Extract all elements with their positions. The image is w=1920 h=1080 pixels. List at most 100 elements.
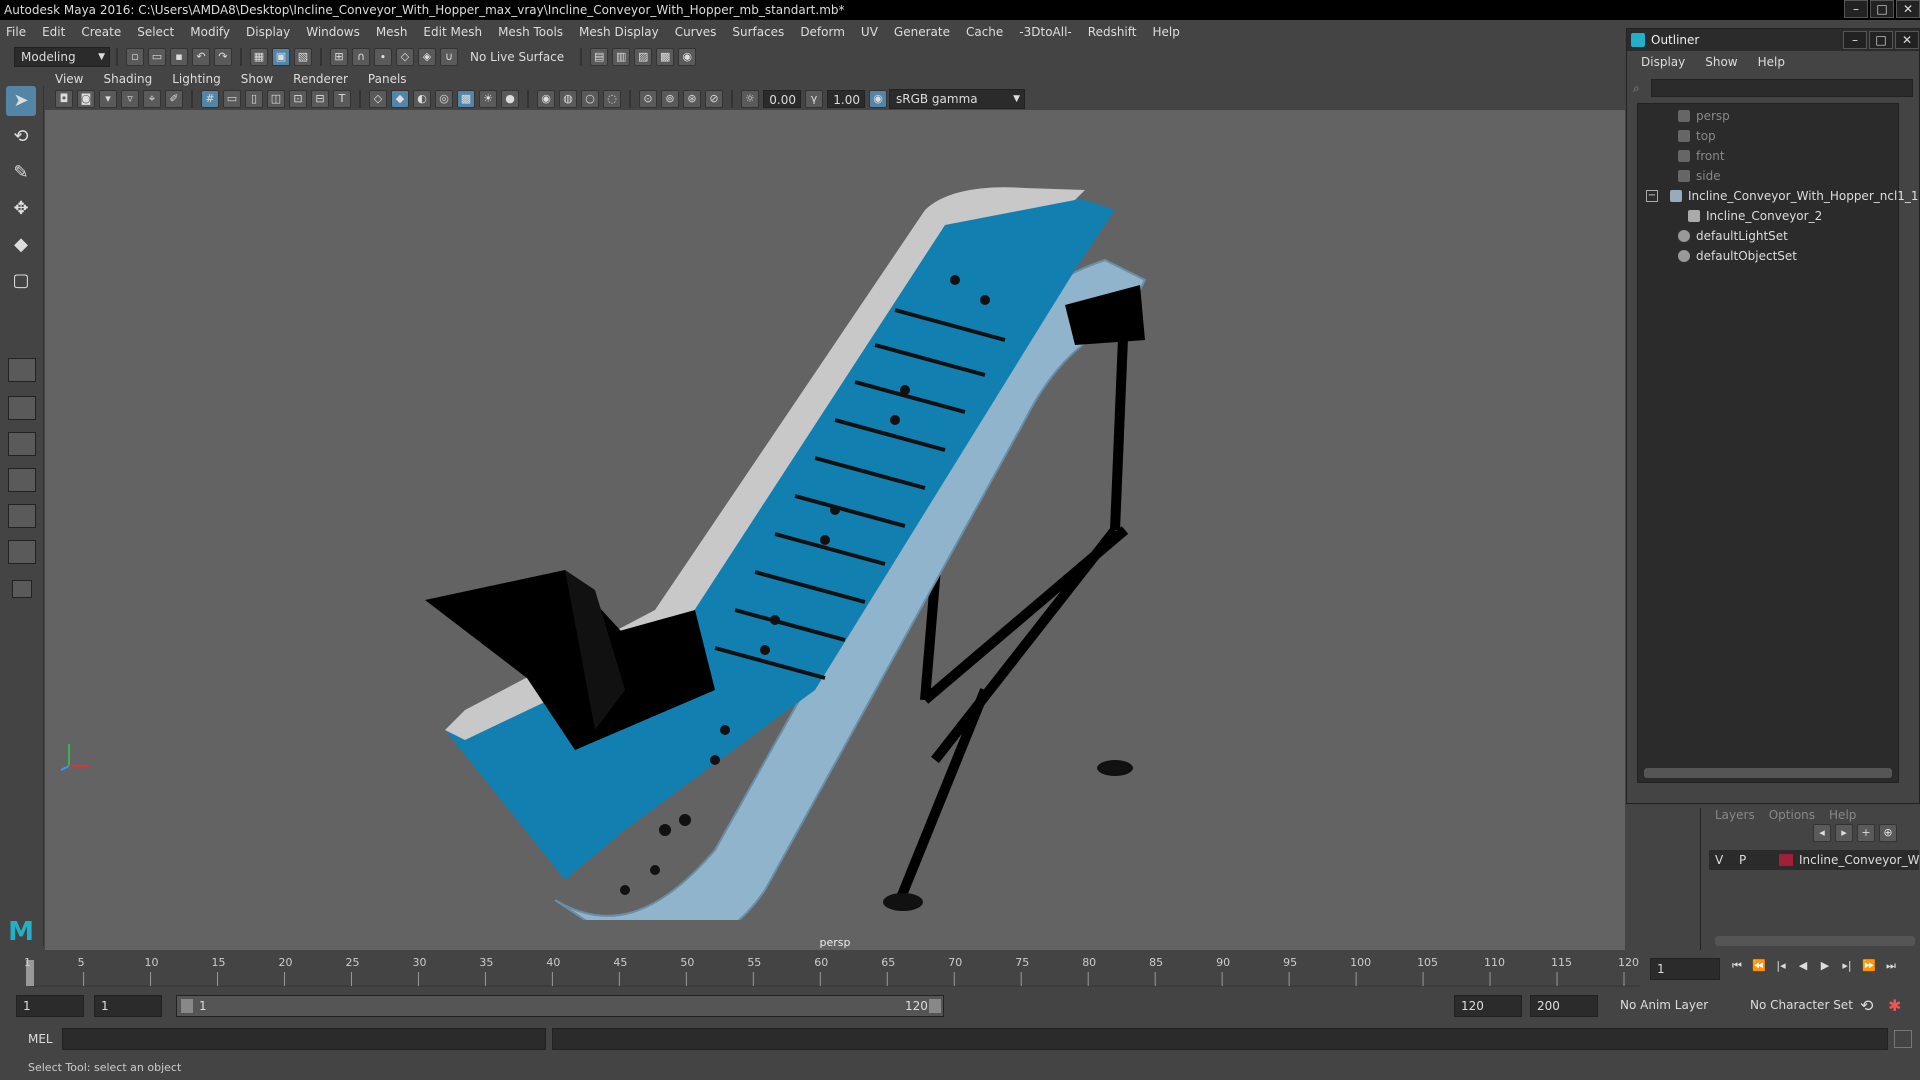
- vp-menu-view[interactable]: View: [55, 72, 83, 86]
- gamma-field[interactable]: 1.00: [827, 90, 865, 108]
- vp-menu-lighting[interactable]: Lighting: [172, 72, 221, 86]
- render-settings-icon[interactable]: ▩: [656, 48, 675, 66]
- new-scene-icon[interactable]: ▫: [126, 48, 144, 66]
- menu-edit-mesh[interactable]: Edit Mesh: [423, 25, 482, 39]
- safe-title-icon[interactable]: T: [333, 90, 351, 108]
- menu-cache[interactable]: Cache: [966, 25, 1003, 39]
- snap-view-icon[interactable]: ◇: [396, 48, 414, 66]
- menu-3dtoall[interactable]: -3DtoAll-: [1019, 25, 1071, 39]
- menu-uv[interactable]: UV: [861, 25, 878, 39]
- menu-edit[interactable]: Edit: [42, 25, 65, 39]
- menu-surfaces[interactable]: Surfaces: [732, 25, 784, 39]
- wireframe-icon[interactable]: ◇: [369, 90, 387, 108]
- snap-grid-icon[interactable]: ⊞: [330, 48, 348, 66]
- ambient-occlusion-icon[interactable]: ◉: [537, 90, 555, 108]
- outliner-menu-display[interactable]: Display: [1641, 55, 1685, 69]
- script-editor-icon[interactable]: [1894, 1030, 1912, 1048]
- grease-pencil-icon[interactable]: ✐: [165, 90, 183, 108]
- layer-visibility-toggle[interactable]: V: [1715, 850, 1723, 870]
- outliner-item-group[interactable]: − Incline_Conveyor_With_Hopper_ncl1_1: [1646, 186, 1919, 206]
- menu-create[interactable]: Create: [81, 25, 121, 39]
- outliner-item-objectset[interactable]: defaultObjectSet: [1678, 246, 1797, 266]
- outliner-layout-icon[interactable]: [8, 468, 36, 492]
- time-slider[interactable]: 1 5 10 15 20 25 30 35 40 45 50 55 60 65 70 75 80 85 90 95 10…: [0, 950, 1920, 990]
- menu-generate[interactable]: Generate: [894, 25, 950, 39]
- layer-move-up-icon[interactable]: ◂: [1813, 824, 1831, 842]
- outliner-item-side[interactable]: side: [1678, 166, 1721, 186]
- outliner-minimize-button[interactable]: –: [1843, 31, 1867, 49]
- wireframe-on-shaded-icon[interactable]: ◎: [435, 90, 453, 108]
- menu-windows[interactable]: Windows: [306, 25, 360, 39]
- go-to-end-icon[interactable]: ⏭: [1882, 958, 1900, 976]
- mode-selector[interactable]: Modeling ▼: [14, 47, 110, 67]
- anti-alias-icon[interactable]: ○: [581, 90, 599, 108]
- maximize-button[interactable]: □: [1870, 0, 1894, 18]
- vp-menu-shading[interactable]: Shading: [103, 72, 152, 86]
- menu-mesh-tools[interactable]: Mesh Tools: [498, 25, 563, 39]
- motion-blur-icon[interactable]: ◍: [559, 90, 577, 108]
- select-object-icon[interactable]: ▣: [272, 48, 290, 66]
- snap-curve-icon[interactable]: ∩: [352, 48, 370, 66]
- layer-row[interactable]: V P Incline_Conveyor_With: [1709, 850, 1920, 870]
- snap-point-icon[interactable]: ∙: [374, 48, 392, 66]
- color-management-icon[interactable]: ◉: [869, 90, 887, 108]
- step-forward-key-icon[interactable]: ▸|: [1838, 958, 1856, 976]
- anim-layer-dropdown[interactable]: No Anim Layer: [1620, 998, 1730, 1012]
- open-scene-icon[interactable]: ▭: [148, 48, 166, 66]
- range-handle-start[interactable]: [181, 999, 193, 1013]
- vp-menu-renderer[interactable]: Renderer: [293, 72, 348, 86]
- menu-select[interactable]: Select: [137, 25, 174, 39]
- xray-icon[interactable]: ⊚: [661, 90, 679, 108]
- script-layout-icon[interactable]: [8, 540, 36, 564]
- select-component-icon[interactable]: ▧: [294, 48, 312, 66]
- isolate-select-icon[interactable]: ⊙: [639, 90, 657, 108]
- layer-playback-toggle[interactable]: P: [1739, 850, 1746, 870]
- backface-icon[interactable]: ⊘: [705, 90, 723, 108]
- command-input[interactable]: [62, 1028, 546, 1050]
- exposure-field[interactable]: 0.00: [763, 90, 801, 108]
- auto-key-icon[interactable]: ⟲: [1860, 996, 1873, 1015]
- new-layer-icon[interactable]: +: [1857, 824, 1875, 842]
- resolution-gate-icon[interactable]: ▯: [245, 90, 263, 108]
- end-time-field[interactable]: 200: [1530, 995, 1598, 1017]
- two-view-layout-icon[interactable]: [8, 432, 36, 456]
- outliner-item-lightset[interactable]: defaultLightSet: [1678, 226, 1788, 246]
- outliner-menu-help[interactable]: Help: [1758, 55, 1785, 69]
- paint-select-icon[interactable]: ✎: [6, 158, 36, 188]
- undo-icon[interactable]: ↶: [192, 48, 210, 66]
- save-scene-icon[interactable]: ▪: [170, 48, 188, 66]
- graph-layout-icon[interactable]: [8, 504, 36, 528]
- textured-icon[interactable]: ▩: [457, 90, 475, 108]
- render-view-icon[interactable]: ▤: [590, 48, 609, 66]
- start-time-field[interactable]: 1: [16, 995, 84, 1017]
- outliner-item-top[interactable]: top: [1678, 126, 1716, 146]
- menu-help[interactable]: Help: [1152, 25, 1179, 39]
- layer-menu-layers[interactable]: Layers: [1715, 808, 1755, 822]
- outliner-menu-show[interactable]: Show: [1705, 55, 1737, 69]
- play-forward-icon[interactable]: ▶: [1816, 958, 1834, 976]
- vp-menu-show[interactable]: Show: [241, 72, 273, 86]
- camera-attr-icon[interactable]: ◙: [77, 90, 95, 108]
- rotate-tool-icon[interactable]: ◆: [6, 230, 36, 260]
- layer-color-swatch[interactable]: [1779, 854, 1793, 866]
- vp-menu-panels[interactable]: Panels: [368, 72, 407, 86]
- hypershade-icon[interactable]: ◉: [678, 48, 697, 66]
- menu-deform[interactable]: Deform: [800, 25, 845, 39]
- select-hierarchy-icon[interactable]: ▦: [250, 48, 268, 66]
- shadows-icon[interactable]: ●: [501, 90, 519, 108]
- select-tool-icon[interactable]: ➤: [6, 86, 36, 116]
- menu-mesh-display[interactable]: Mesh Display: [579, 25, 659, 39]
- close-button[interactable]: ✕: [1896, 0, 1920, 18]
- playback-end-field[interactable]: 120: [1454, 995, 1522, 1017]
- ipr-render-icon[interactable]: ▨: [634, 48, 653, 66]
- menu-display[interactable]: Display: [246, 25, 290, 39]
- character-set-dropdown[interactable]: No Character Set: [1750, 998, 1860, 1012]
- step-forward-icon[interactable]: ⏩: [1860, 958, 1878, 976]
- viewport-panel[interactable]: View Shading Lighting Show Renderer Pane…: [45, 70, 1625, 950]
- menu-redshift[interactable]: Redshift: [1088, 25, 1137, 39]
- layer-menu-help[interactable]: Help: [1829, 808, 1856, 822]
- xray-joints-icon[interactable]: ⊛: [683, 90, 701, 108]
- conveyor-model[interactable]: [425, 130, 1205, 920]
- outliner-item-persp[interactable]: persp: [1678, 106, 1730, 126]
- range-handle-end[interactable]: [929, 999, 941, 1013]
